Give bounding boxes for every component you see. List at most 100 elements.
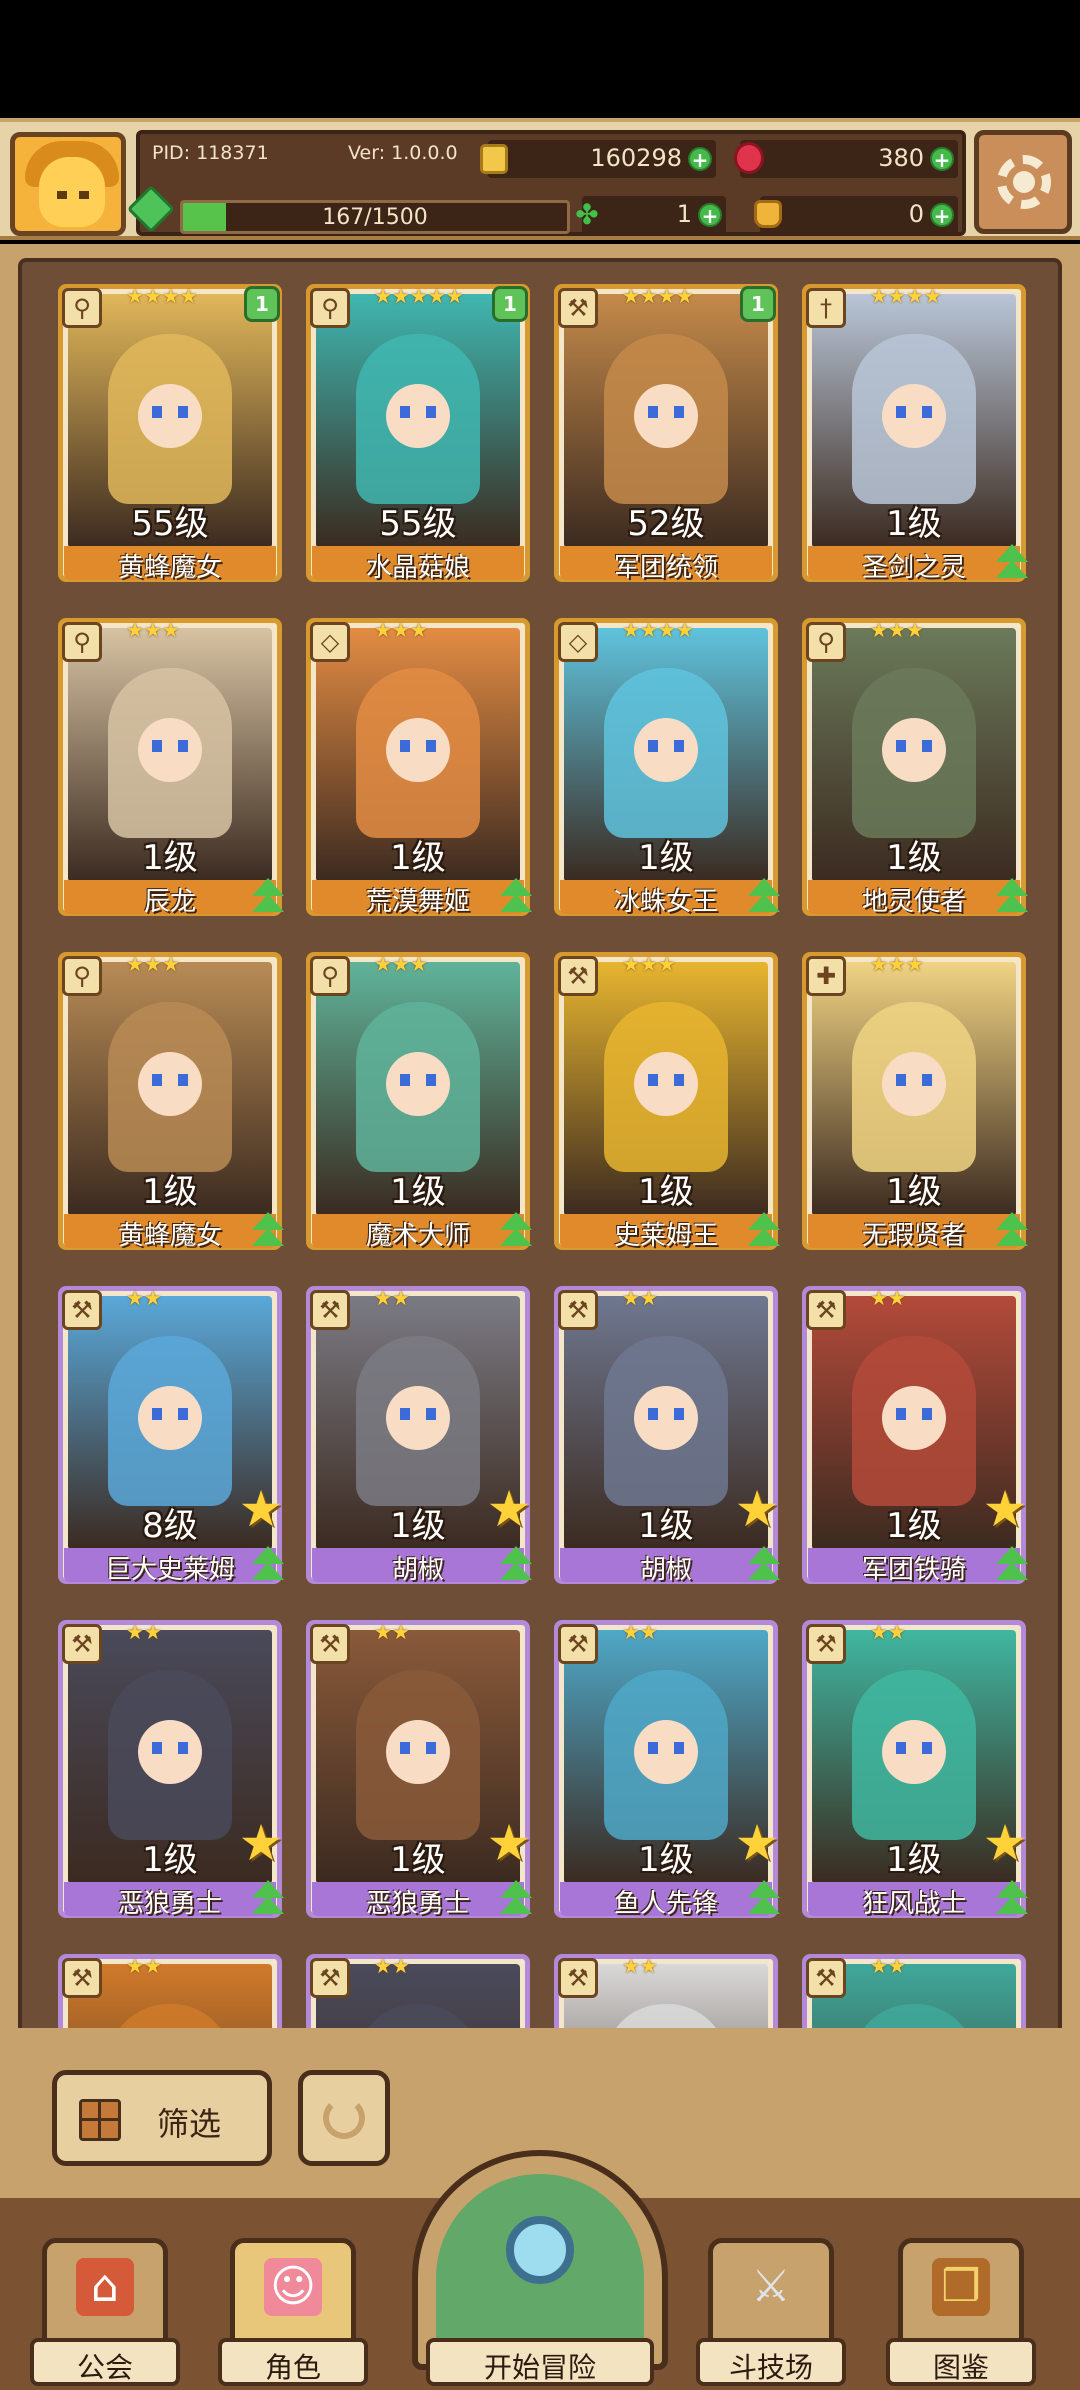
character-eye [400, 1742, 410, 1754]
bag-counter: 0 + [754, 196, 958, 234]
character-card[interactable]: ⚒ ★★ 1级 ★ 胡椒 [306, 1286, 532, 1585]
character-card[interactable]: ⚲ ★★★★★ 1 55级 水晶菇娘 [306, 284, 530, 583]
character-card[interactable]: ◇ ★★★★ 1级冰蛛女王 [554, 618, 780, 917]
bottom-nav: ⌂ 公会 ☺ 角色 开始冒险 ⚔ 斗技场 ❒ 图鉴 [0, 2150, 1080, 2390]
name-bar: 辰龙 [64, 880, 276, 917]
character-eye [896, 1074, 906, 1086]
name-bar: 狂风战士 [808, 1882, 1020, 1919]
character-eye [152, 1074, 162, 1086]
character-level: 1级 [638, 838, 694, 878]
character-card[interactable]: ⚒ ★★ 1级 ★ 狂风战士 [802, 1620, 1028, 1919]
character-level: 1级 [142, 838, 198, 878]
character-level: 55级 [379, 504, 457, 544]
player-avatar[interactable] [10, 132, 126, 236]
exp-bar: 167/1500 [180, 200, 570, 234]
character-name: 冰蛛女王 [613, 887, 718, 917]
axe-icon: ⚒ [806, 1624, 846, 1664]
nav-arena[interactable]: ⚔ 斗技场 [696, 2238, 846, 2388]
settings-button[interactable] [974, 130, 1072, 234]
character-card[interactable]: ⚲ ★★★ 1级 地灵使者 [802, 618, 1028, 917]
character-card[interactable]: ⚲ ★★★ 1级 黄蜂魔女 [58, 952, 284, 1251]
refresh-icon [323, 2097, 365, 2139]
ruby-counter: 380 + [734, 140, 958, 178]
axe-icon: ⚒ [558, 956, 598, 996]
character-eye [896, 1408, 906, 1420]
star-rating: ★★★★ [622, 618, 694, 642]
clover-counter: ✤ 1 + [575, 196, 726, 234]
character-face [634, 718, 698, 782]
character-name: 巨大史莱姆 [104, 1555, 235, 1585]
character-card[interactable]: ⚒ ★★ 1级 ★ 胡椒 [554, 1286, 780, 1585]
star-rating: ★★★★ [622, 284, 694, 308]
name-bar: 无瑕贤者 [808, 1214, 1020, 1251]
character-face [386, 384, 450, 448]
nav-guild[interactable]: ⌂ 公会 [30, 2238, 180, 2388]
dagger-icon: ◇ [558, 622, 598, 662]
nav-role[interactable]: ☺ 角色 [218, 2238, 368, 2388]
star-rating: ★★ [126, 1954, 162, 1978]
character-face [882, 718, 946, 782]
character-card[interactable]: ⚒ ★★★★ 1 52级 军团统领 [554, 284, 778, 583]
upgrade-arrow-icon [494, 1544, 538, 1588]
axe-icon: ⚒ [310, 1958, 350, 1998]
staff-icon: ⚲ [806, 622, 846, 662]
character-eye [152, 406, 162, 418]
add-clover-button[interactable]: + [698, 203, 722, 228]
add-ruby-button[interactable]: + [930, 147, 954, 172]
top-header: PID: 118371 Ver: 1.0.0.0 160298 + 380 + … [0, 118, 1080, 240]
upgrade-arrow-icon [990, 876, 1034, 920]
gold-value: 160298 [590, 144, 682, 172]
character-card[interactable]: ⚒ ★★ 8级 ★ 巨大史莱姆 [58, 1286, 284, 1585]
character-grid[interactable]: ⚲ ★★★★ 1 55级 黄蜂魔女 ⚲ ★★★★★ 1 55级 水晶菇娘 ⚒ ★★★★ 1 52级 军团统领… [22, 262, 1058, 2040]
character-card[interactable]: ⚲ ★★★★ 1 55级 黄蜂魔女 [58, 284, 282, 583]
character-card[interactable]: ⚲ ★★★ 1级 魔术大师 [306, 952, 532, 1251]
refresh-button[interactable] [298, 2070, 390, 2166]
character-name: 恶狼勇士 [117, 1889, 222, 1919]
character-face [634, 384, 698, 448]
character-card[interactable]: ◇ ★★★ 1级 荒漠舞姬 [306, 618, 532, 917]
filter-label: 筛选 [157, 2105, 222, 2143]
game-version: Ver: 1.0.0.0 [348, 142, 458, 164]
game-screen: PID: 118371 Ver: 1.0.0.0 160298 + 380 + … [0, 0, 1080, 2390]
nav-codex[interactable]: ❒ 图鉴 [886, 2238, 1036, 2388]
avatar-eye [79, 191, 89, 199]
star-upgrade-icon: ★ [982, 1814, 1028, 1872]
character-card[interactable]: ⚒ ★★★ 1级 史莱姆王 [554, 952, 780, 1251]
character-eye [400, 740, 410, 752]
name-bar: 胡椒 [312, 1548, 524, 1585]
nav-codex-label-bar: 图鉴 [886, 2338, 1036, 2386]
character-card[interactable]: ⚒ ★★ 1级 ★ 恶狼勇士 [306, 1620, 532, 1919]
name-bar: 荒漠舞姬 [312, 880, 524, 917]
name-bar: 恶狼勇士 [312, 1882, 524, 1919]
character-name: 黄蜂魔女 [117, 553, 222, 583]
character-name: 史莱姆王 [613, 1221, 718, 1251]
character-level: 52级 [627, 504, 705, 544]
add-bag-button[interactable]: + [930, 203, 954, 228]
character-name: 无瑕贤者 [861, 1221, 966, 1251]
name-bar: 胡椒 [560, 1548, 772, 1585]
character-card[interactable]: ⚲ ★★★ 1级 辰龙 [58, 618, 284, 917]
character-eye [178, 1074, 188, 1086]
star-upgrade-icon: ★ [734, 1814, 780, 1872]
character-card[interactable]: ⚒ ★★ 1级 ★ 鱼人先锋 [554, 1620, 780, 1919]
filter-button[interactable]: 筛选 [52, 2070, 272, 2166]
character-face [882, 1052, 946, 1116]
character-eye [922, 740, 932, 752]
character-level: 55级 [131, 504, 209, 544]
character-card[interactable]: ✚ ★★★ 1级 无瑕贤者 [802, 952, 1028, 1251]
star-rating: ★★ [126, 1620, 162, 1644]
gear-hub [1013, 171, 1035, 193]
character-face [634, 1386, 698, 1450]
character-eye [648, 1408, 658, 1420]
guild-house-icon: ⌂ [76, 2258, 134, 2316]
character-card[interactable]: ⚒ ★★ 1级 ★ 恶狼勇士 [58, 1620, 284, 1919]
add-gold-button[interactable]: + [688, 147, 712, 172]
axe-icon: ⚒ [558, 1624, 598, 1664]
nav-adventure[interactable]: 开始冒险 [412, 2150, 668, 2390]
character-eye [648, 740, 658, 752]
axe-icon: ⚒ [310, 1290, 350, 1330]
character-eye [152, 1742, 162, 1754]
character-card[interactable]: † ★★★★ 1级 圣剑之灵 [802, 284, 1028, 583]
character-card[interactable]: ⚒ ★★ 1级 ★ 军团铁骑 [802, 1286, 1028, 1585]
axe-icon: ⚒ [558, 1290, 598, 1330]
